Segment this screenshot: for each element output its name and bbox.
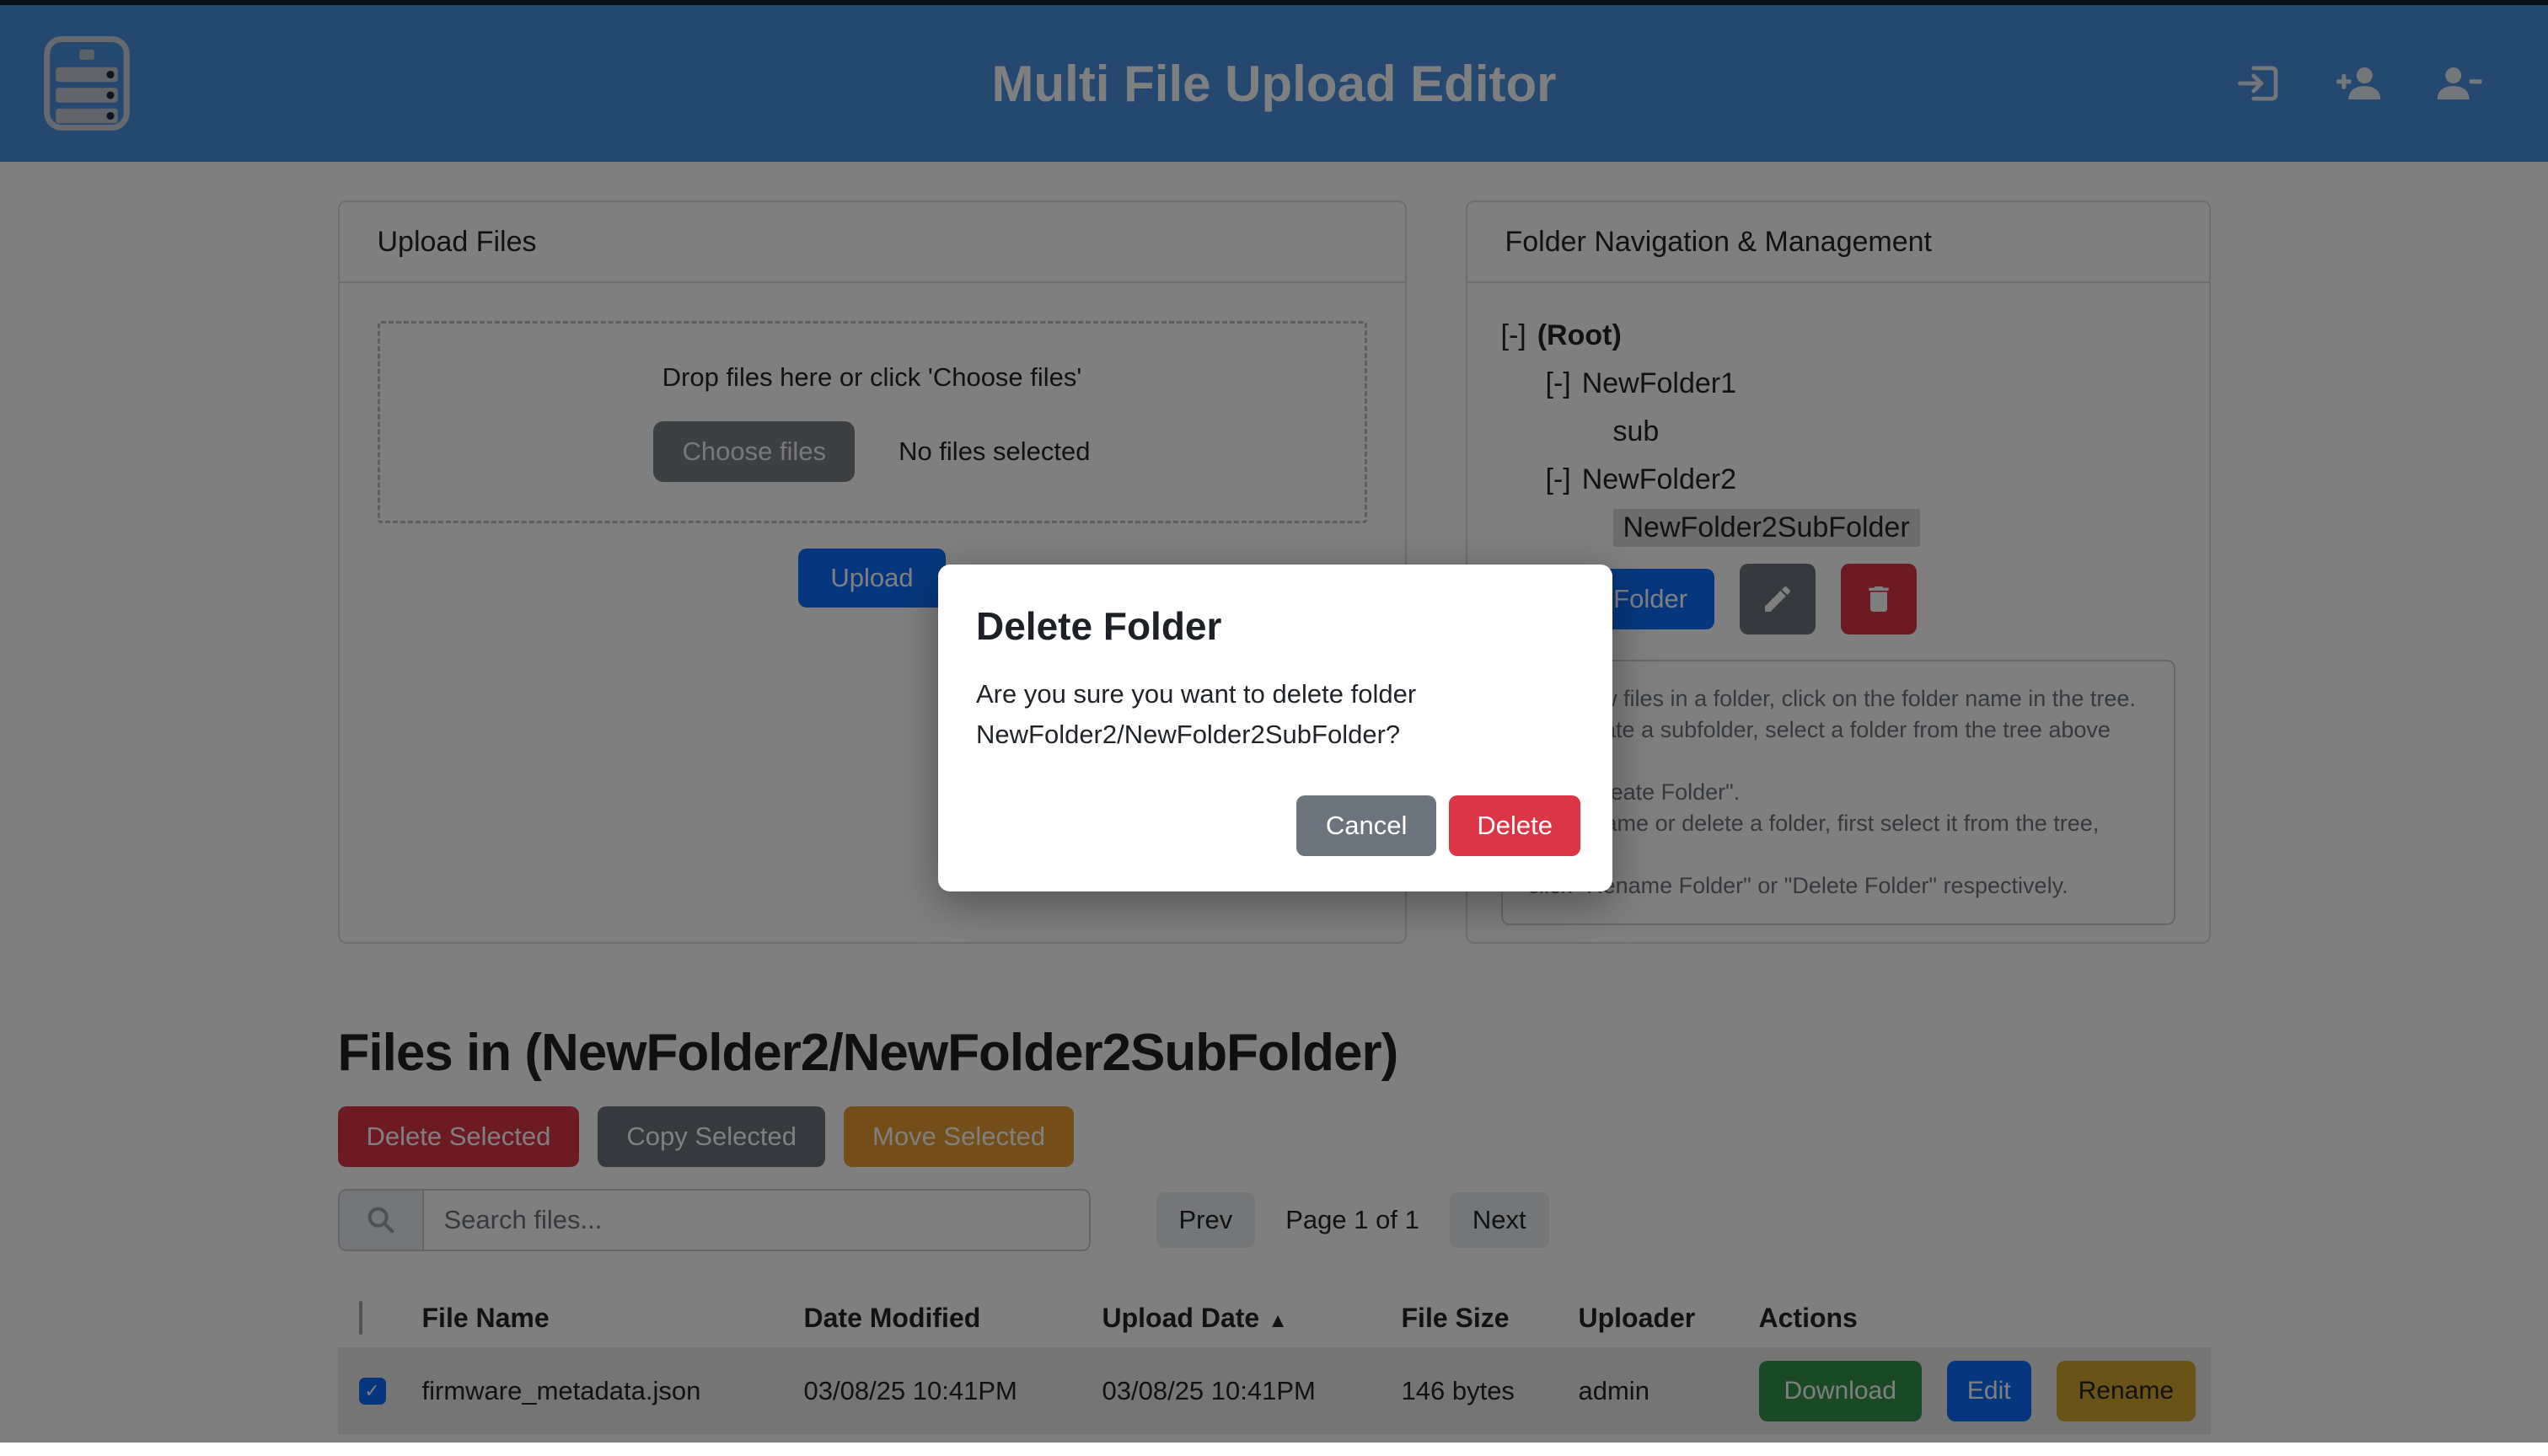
modal-title: Delete Folder — [976, 603, 1574, 649]
modal-message: Are you sure you want to delete folder N… — [976, 674, 1558, 755]
confirm-delete-button[interactable]: Delete — [1449, 795, 1580, 856]
cancel-button[interactable]: Cancel — [1296, 795, 1437, 856]
delete-folder-modal: Delete Folder Are you sure you want to d… — [938, 565, 1612, 891]
